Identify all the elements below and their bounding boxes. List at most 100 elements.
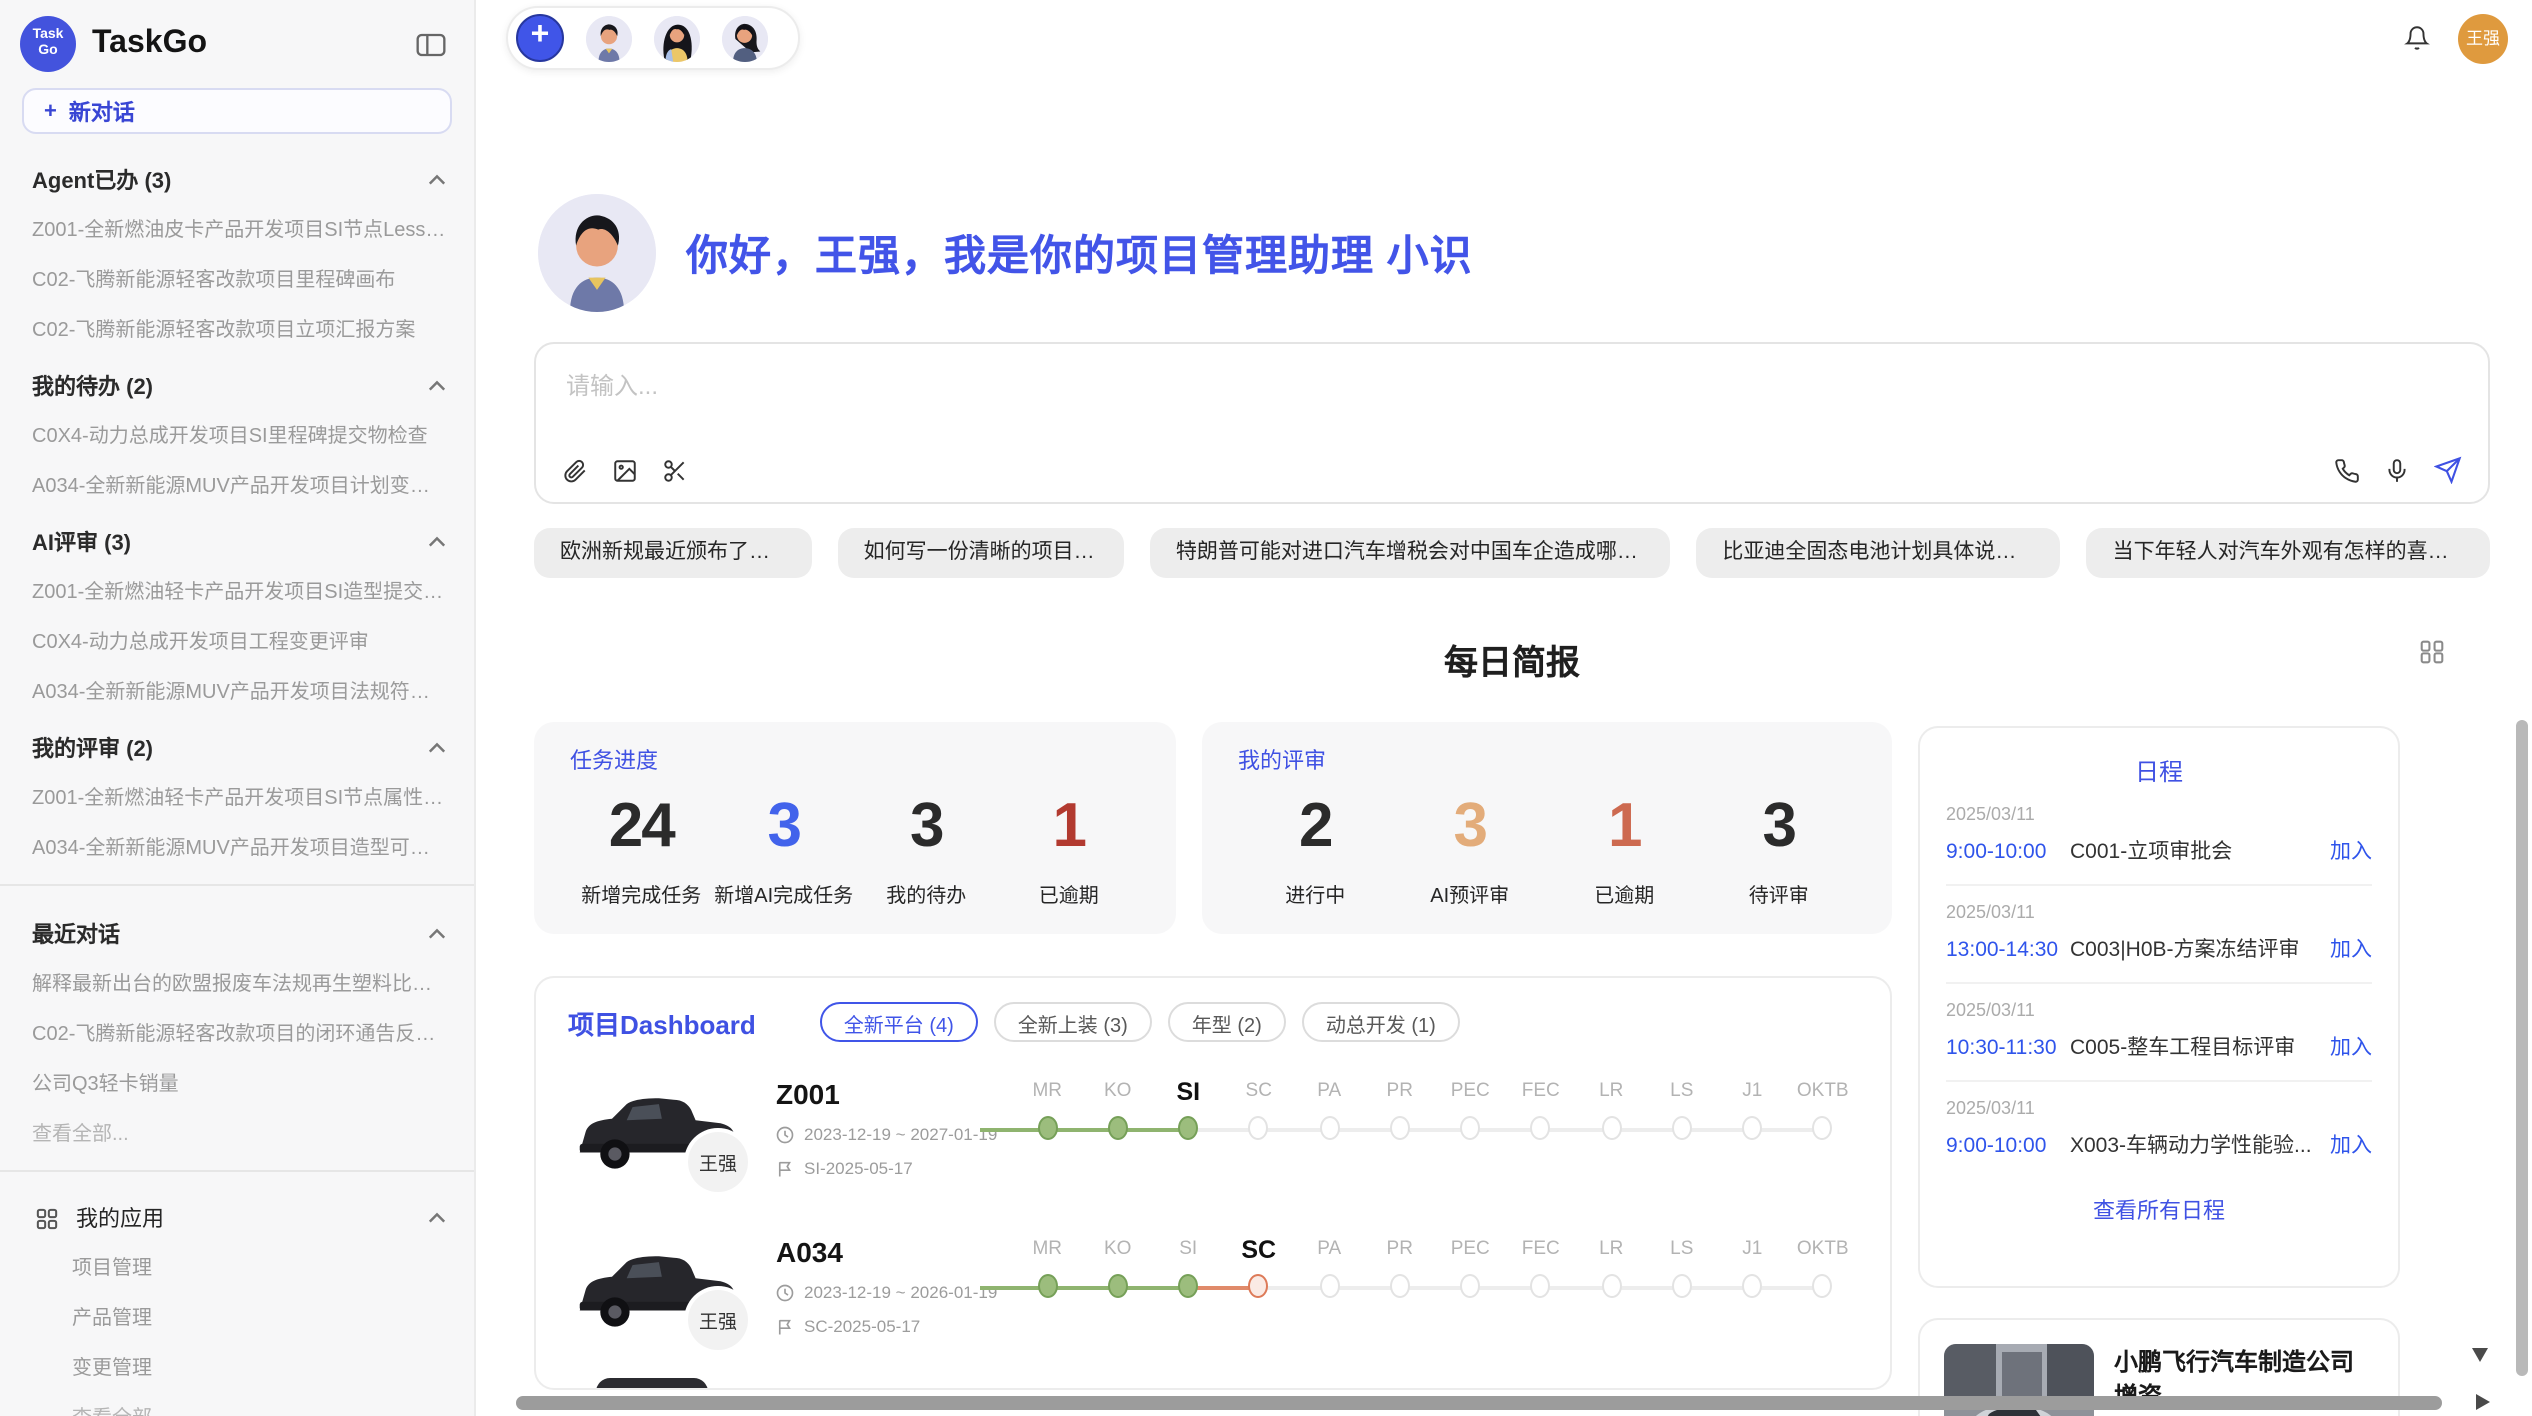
- milestone-label: OKTB: [1788, 1234, 1859, 1266]
- suggestion-chip[interactable]: 如何写一份清晰的项目周报: [838, 528, 1124, 578]
- taskgo-logo: Task Go: [20, 16, 76, 72]
- vertical-scrollbar[interactable]: [2516, 720, 2528, 1376]
- schedule-item: 2025/03/1113:00-14:30C003|H0B-方案冻结评审加入: [1946, 886, 2372, 984]
- sidebar-task-item[interactable]: A034-全新新能源MUV产品开发项目造型可行性评审: [0, 820, 474, 870]
- layout-grid-icon[interactable]: [2420, 640, 2444, 664]
- chevron-up-icon: [428, 174, 446, 186]
- stat-value: 1: [998, 792, 1141, 860]
- sidebar-task-item[interactable]: C0X4-动力总成开发项目SI里程碑提交物检查: [0, 408, 474, 458]
- milestone: LR: [1576, 1076, 1647, 1140]
- dashboard-tab[interactable]: 动总开发 (1): [1302, 1002, 1460, 1042]
- my-apps-header[interactable]: 我的应用: [0, 1186, 474, 1240]
- my-apps-title: 我的应用: [76, 1202, 410, 1234]
- recent-chat-item[interactable]: 解释最新出台的欧盟报废车法规再生塑料比例被调至15%...: [0, 956, 474, 1006]
- dashboard-tab[interactable]: 全新平台 (4): [820, 1002, 978, 1042]
- milestone: SI: [1153, 1076, 1224, 1140]
- project-dates: 2023-12-19 ~ 2026-01-19: [776, 1282, 1012, 1302]
- stat: 1已逾期: [1547, 792, 1702, 908]
- milestone-dot: [1108, 1116, 1128, 1140]
- milestone-dot: [1742, 1274, 1762, 1298]
- horizontal-scrollbar[interactable]: [516, 1396, 2442, 1410]
- recent-chats-title: 最近对话: [32, 918, 120, 950]
- milestone: MR: [1012, 1076, 1083, 1140]
- my-apps-list: 项目管理产品管理变更管理查看全部...: [0, 1240, 474, 1416]
- sidebar-task-item[interactable]: A034-全新新能源MUV产品开发项目法规符合性评审: [0, 664, 474, 714]
- sidebar-section-header[interactable]: 我的待办 (2): [0, 352, 474, 408]
- stat-value: 3: [713, 792, 856, 860]
- app-item[interactable]: 项目管理: [0, 1240, 474, 1290]
- milestone-label: PA: [1294, 1076, 1365, 1108]
- dashboard-tab[interactable]: 全新上装 (3): [994, 1002, 1152, 1042]
- sidebar-task-item[interactable]: C02-飞腾新能源轻客改款项目立项汇报方案: [0, 302, 474, 352]
- milestone: PEC: [1435, 1234, 1506, 1298]
- microphone-icon[interactable]: [2384, 457, 2410, 483]
- composer-input[interactable]: [562, 370, 2462, 402]
- stat-value: 3: [1393, 792, 1548, 860]
- milestone-label: PR: [1365, 1076, 1436, 1108]
- scissors-icon[interactable]: [662, 458, 688, 484]
- recent-chat-item[interactable]: C02-飞腾新能源轻客改款项目的闭环通告反馈情况: [0, 1006, 474, 1056]
- sidebar-collapse-icon[interactable]: [412, 27, 450, 61]
- sidebar-section-header[interactable]: Agent已办 (3): [0, 146, 474, 202]
- milestone-label: SI: [1153, 1234, 1224, 1266]
- milestone-label: KO: [1083, 1076, 1154, 1108]
- suggestion-chip[interactable]: 比亚迪全固态电池计划具体说了什么: [1696, 528, 2060, 578]
- recent-chat-item[interactable]: 公司Q3轻卡销量: [0, 1056, 474, 1106]
- join-link[interactable]: 加入: [2330, 934, 2372, 964]
- chevron-up-icon: [428, 928, 446, 940]
- recent-chats-header[interactable]: 最近对话: [0, 900, 474, 956]
- stat: 3新增AI完成任务: [713, 792, 856, 908]
- schedule-event-title: C005-整车工程目标评审: [2070, 1032, 2330, 1062]
- attachment-icon[interactable]: [562, 458, 588, 484]
- dashboard-tab[interactable]: 年型 (2): [1168, 1002, 1286, 1042]
- milestone: PA: [1294, 1076, 1365, 1140]
- sidebar-task-item[interactable]: C0X4-动力总成开发项目工程变更评审: [0, 614, 474, 664]
- scroll-right-arrow-icon[interactable]: [2476, 1394, 2490, 1410]
- image-icon[interactable]: [612, 458, 638, 484]
- stats-row: 任务进度24新增完成任务3新增AI完成任务3我的待办1已逾期我的评审2进行中3A…: [534, 722, 1892, 934]
- join-link[interactable]: 加入: [2330, 836, 2372, 866]
- logo-line2: Go: [38, 44, 57, 60]
- milestone: OKTB: [1788, 1234, 1859, 1298]
- milestone-label: LS: [1647, 1234, 1718, 1266]
- send-icon[interactable]: [2434, 456, 2462, 484]
- stat-label: 已逾期: [1547, 878, 1702, 908]
- sidebar-task-item[interactable]: Z001-全新燃油皮卡产品开发项目SI节点Lesson Learn报告: [0, 202, 474, 252]
- scroll-down-arrow-icon[interactable]: [2472, 1348, 2488, 1362]
- sidebar-task-item[interactable]: Z001-全新燃油轻卡产品开发项目SI节点属性5D文件评审: [0, 770, 474, 820]
- suggestion-chip[interactable]: 特朗普可能对进口汽车增税会对中国车企造成哪些影响: [1150, 528, 1671, 578]
- recent-chats-view-all[interactable]: 查看全部...: [0, 1106, 474, 1156]
- app-item[interactable]: 产品管理: [0, 1290, 474, 1340]
- new-chat-button[interactable]: + 新对话: [22, 88, 452, 134]
- suggestion-chips: 欧洲新规最近颁布了什么? 如何写一份清晰的项目周报特朗普可能对进口汽车增税会对中国…: [534, 528, 2490, 578]
- sidebar-section-header[interactable]: AI评审 (3): [0, 508, 474, 564]
- divider: [0, 884, 474, 886]
- sidebar-sections: Agent已办 (3)Z001-全新燃油皮卡产品开发项目SI节点Lesson L…: [0, 146, 474, 870]
- sidebar-task-item[interactable]: A034-全新新能源MUV产品开发项目计划变更表编写: [0, 458, 474, 508]
- join-link[interactable]: 加入: [2330, 1130, 2372, 1160]
- project-row[interactable]: 王强A0342023-12-19 ~ 2026-01-19SC-2025-05-…: [568, 1234, 1858, 1358]
- sidebar-section-header[interactable]: 我的评审 (2): [0, 714, 474, 770]
- milestone-label: LR: [1576, 1076, 1647, 1108]
- view-all-schedule-link[interactable]: 查看所有日程: [1946, 1194, 2372, 1226]
- project-row[interactable]: 王强Z0012023-12-19 ~ 2027-01-19SI-2025-05-…: [568, 1076, 1858, 1200]
- briefing-left-column: 任务进度24新增完成任务3新增AI完成任务3我的待办1已逾期我的评审2进行中3A…: [534, 722, 1892, 1416]
- milestone-label: LS: [1647, 1076, 1718, 1108]
- suggestion-chip[interactable]: 当下年轻人对汽车外观有怎样的喜好趋势: [2087, 528, 2490, 578]
- apps-view-all[interactable]: 查看全部...: [0, 1390, 474, 1416]
- app-item[interactable]: 变更管理: [0, 1340, 474, 1390]
- suggestion-chip[interactable]: 欧洲新规最近颁布了什么?: [534, 528, 812, 578]
- schedule-date: 2025/03/11: [1946, 1098, 2372, 1118]
- milestone-label: PEC: [1435, 1234, 1506, 1266]
- schedule-list: 2025/03/119:00-10:00C001-立项审批会加入2025/03/…: [1946, 788, 2372, 1178]
- project-list: 王强Z0012023-12-19 ~ 2027-01-19SI-2025-05-…: [568, 1076, 1858, 1358]
- milestone-dot: [1178, 1274, 1198, 1298]
- join-link[interactable]: 加入: [2330, 1032, 2372, 1062]
- project-flag: SI-2025-05-17: [776, 1158, 1012, 1178]
- logo-line1: Task: [33, 28, 64, 44]
- phone-icon[interactable]: [2334, 457, 2360, 483]
- milestone: LS: [1647, 1234, 1718, 1298]
- sidebar-task-item[interactable]: Z001-全新燃油轻卡产品开发项目SI造型提交物评审: [0, 564, 474, 614]
- milestone-dot: [1813, 1274, 1833, 1298]
- sidebar-task-item[interactable]: C02-飞腾新能源轻客改款项目里程碑画布: [0, 252, 474, 302]
